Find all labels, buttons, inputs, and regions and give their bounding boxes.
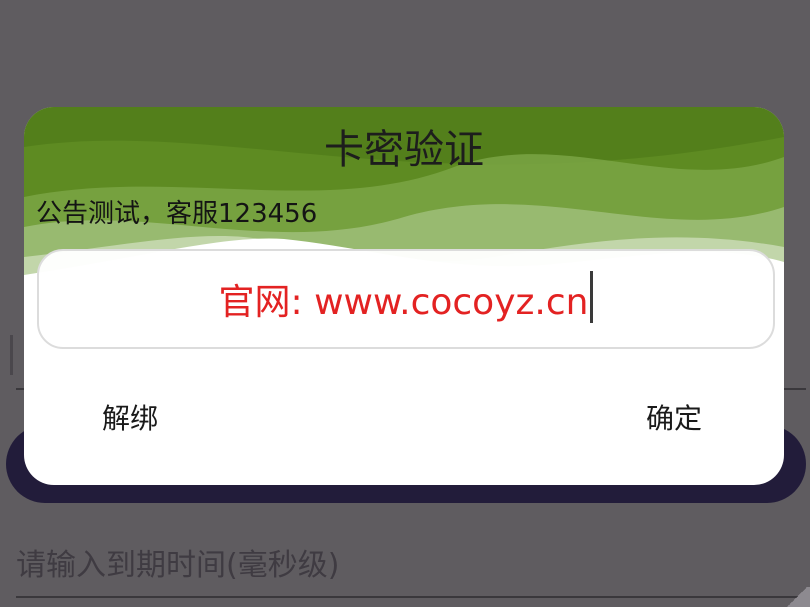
dialog-title: 卡密验证 <box>324 127 484 173</box>
confirm-button[interactable]: 确定 <box>640 393 708 441</box>
unbind-button[interactable]: 解绑 <box>96 393 164 441</box>
card-key-input-value: 官网: www.cocoyz.cn <box>218 282 589 323</box>
background-field-edge <box>10 335 21 375</box>
text-caret <box>590 271 594 323</box>
background-divider-bottom <box>16 596 806 598</box>
expiry-input-placeholder: 请输入到期时间(毫秒级) <box>16 548 340 583</box>
card-verification-dialog: 卡密验证 公告测试，客服123456 官网: www.cocoyz.cn 解绑 … <box>24 107 784 485</box>
corner-indicator <box>784 587 810 607</box>
announcement-text: 公告测试，客服123456 <box>36 199 318 229</box>
card-key-input[interactable]: 官网: www.cocoyz.cn <box>37 249 775 349</box>
